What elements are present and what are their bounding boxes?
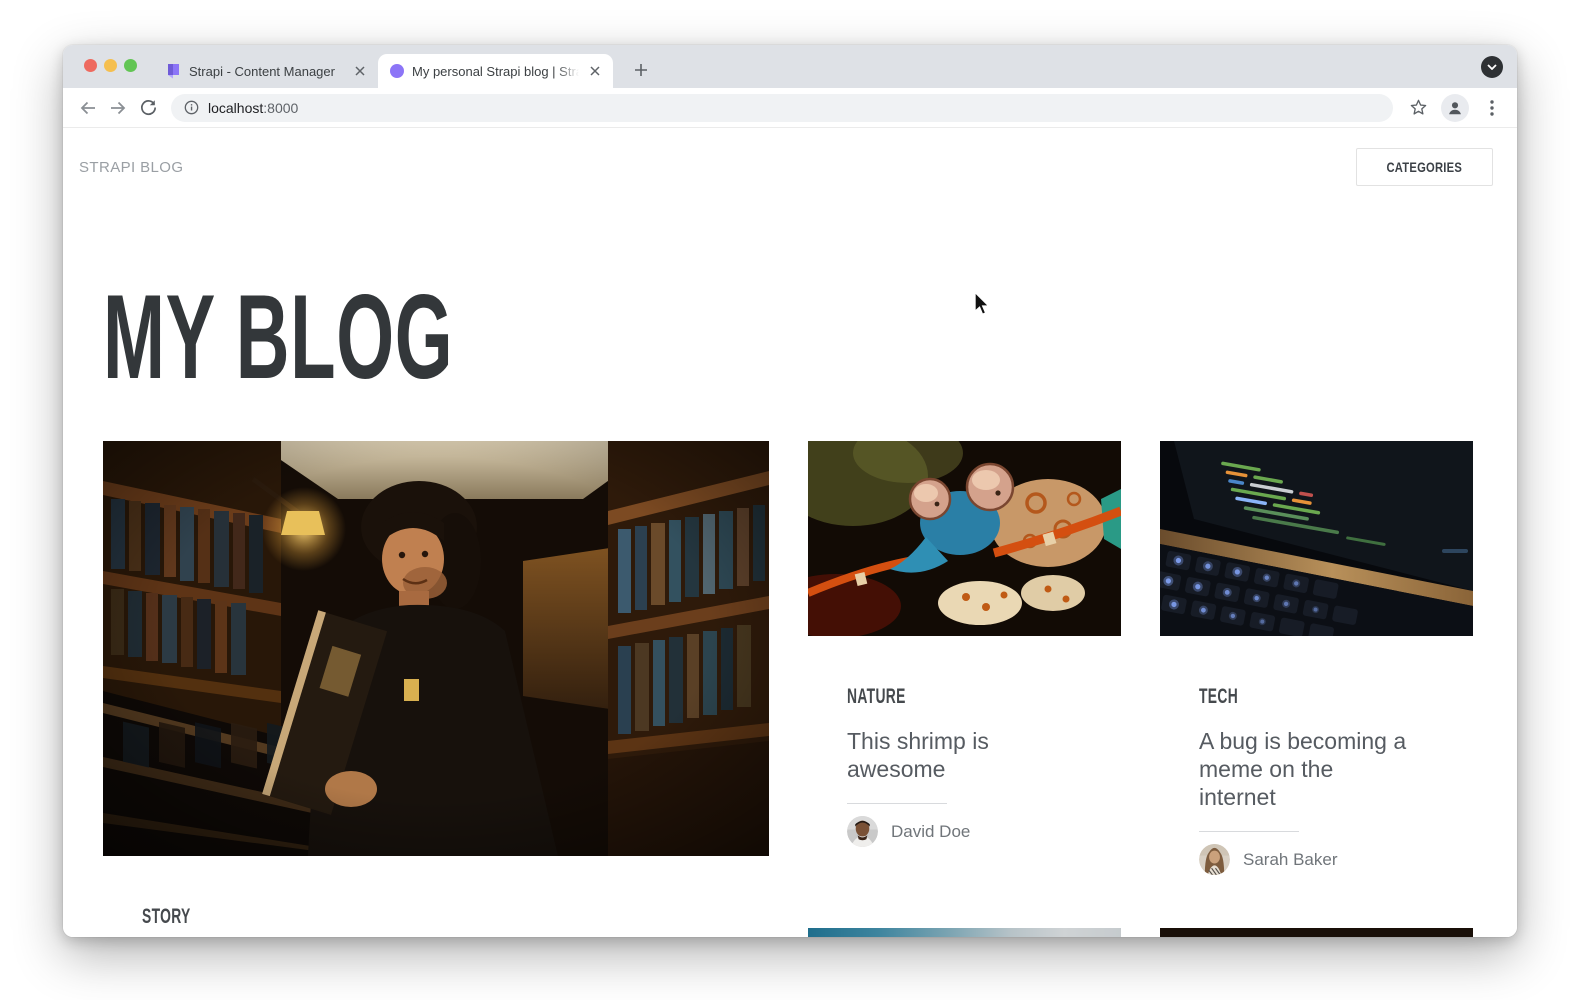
page-title: MY BLOG: [103, 277, 1517, 397]
window-minimize-button[interactable]: [104, 59, 117, 72]
back-button[interactable]: [73, 93, 103, 123]
tab-bar: Strapi - Content Manager My personal Str…: [63, 45, 1517, 88]
site-header: STRAPI BLOG CATEGORIES: [63, 128, 1517, 206]
post-card-shrimp[interactable]: NATURE This shrimp is awesome: [808, 441, 1121, 928]
post-image-shrimp[interactable]: [808, 441, 1121, 636]
kebab-menu-icon: [1490, 100, 1494, 116]
author-row: Sarah Baker: [1199, 844, 1433, 875]
author-name: Sarah Baker: [1243, 850, 1338, 870]
blog-favicon-icon: [390, 64, 404, 78]
chevron-down-icon: [1487, 64, 1497, 70]
screenshot-stage: Strapi - Content Manager My personal Str…: [0, 0, 1580, 1000]
tab-title: My personal Strapi blog | Strap: [412, 64, 579, 79]
author-row: David Doe: [847, 816, 1081, 847]
post-category: STORY: [142, 906, 729, 927]
post-category: NATURE: [847, 686, 1081, 707]
window-zoom-button[interactable]: [124, 59, 137, 72]
tab-close-icon[interactable]: [352, 63, 368, 79]
post-image-food-partial[interactable]: [1160, 928, 1473, 937]
profile-button[interactable]: [1441, 94, 1469, 122]
tab-strapi-content-manager[interactable]: Strapi - Content Manager: [153, 54, 378, 88]
post-card-featured[interactable]: STORY: [103, 441, 769, 928]
arrow-left-icon: [78, 98, 98, 118]
url-value[interactable]: localhost:8000: [208, 100, 298, 116]
post-card-tech[interactable]: TECH A bug is becoming a meme on the int…: [1160, 441, 1473, 928]
browser-menu-button[interactable]: [1477, 93, 1507, 123]
post-category: TECH: [1199, 686, 1433, 707]
person-icon: [1446, 99, 1464, 117]
browser-toolbar: localhost:8000: [63, 88, 1517, 128]
tab-title: Strapi - Content Manager: [189, 64, 335, 79]
tab-search-button[interactable]: [1481, 56, 1503, 78]
post-image-blue-partial[interactable]: [808, 928, 1121, 937]
traffic-lights: [84, 59, 137, 72]
bookmark-button[interactable]: [1403, 93, 1433, 123]
author-name: David Doe: [891, 822, 970, 842]
post-card-partial-blue[interactable]: [808, 928, 1121, 937]
reload-button[interactable]: [133, 93, 163, 123]
window-close-button[interactable]: [84, 59, 97, 72]
blog-page: STRAPI BLOG CATEGORIES MY BLOG: [63, 128, 1517, 937]
plus-icon: [634, 63, 648, 77]
divider: [1199, 831, 1299, 832]
browser-window: Strapi - Content Manager My personal Str…: [63, 45, 1517, 937]
forward-button[interactable]: [103, 93, 133, 123]
categories-button-label: CATEGORIES: [1387, 159, 1463, 175]
divider: [847, 803, 947, 804]
new-tab-button[interactable]: [627, 56, 655, 84]
posts-grid: STORY: [103, 441, 1473, 937]
categories-button[interactable]: CATEGORIES: [1356, 148, 1493, 186]
avatar-david-doe: [847, 816, 878, 847]
arrow-right-icon: [108, 98, 128, 118]
post-image-library[interactable]: [103, 441, 769, 856]
strapi-favicon-icon: [165, 63, 181, 79]
avatar-sarah-baker: [1199, 844, 1230, 875]
star-icon: [1409, 98, 1428, 117]
address-bar[interactable]: localhost:8000: [171, 94, 1393, 122]
reload-icon: [139, 98, 158, 117]
post-title[interactable]: A bug is becoming a meme on the internet: [1199, 727, 1411, 811]
post-title[interactable]: This shrimp is awesome: [847, 727, 1059, 783]
tab-my-personal-strapi-blog[interactable]: My personal Strapi blog | Strap: [378, 54, 613, 88]
post-card-partial-food[interactable]: [1160, 928, 1473, 937]
tab-close-icon[interactable]: [587, 63, 603, 79]
post-image-laptop[interactable]: [1160, 441, 1473, 636]
page-info-icon[interactable]: [184, 100, 199, 115]
site-brand[interactable]: STRAPI BLOG: [79, 159, 183, 176]
